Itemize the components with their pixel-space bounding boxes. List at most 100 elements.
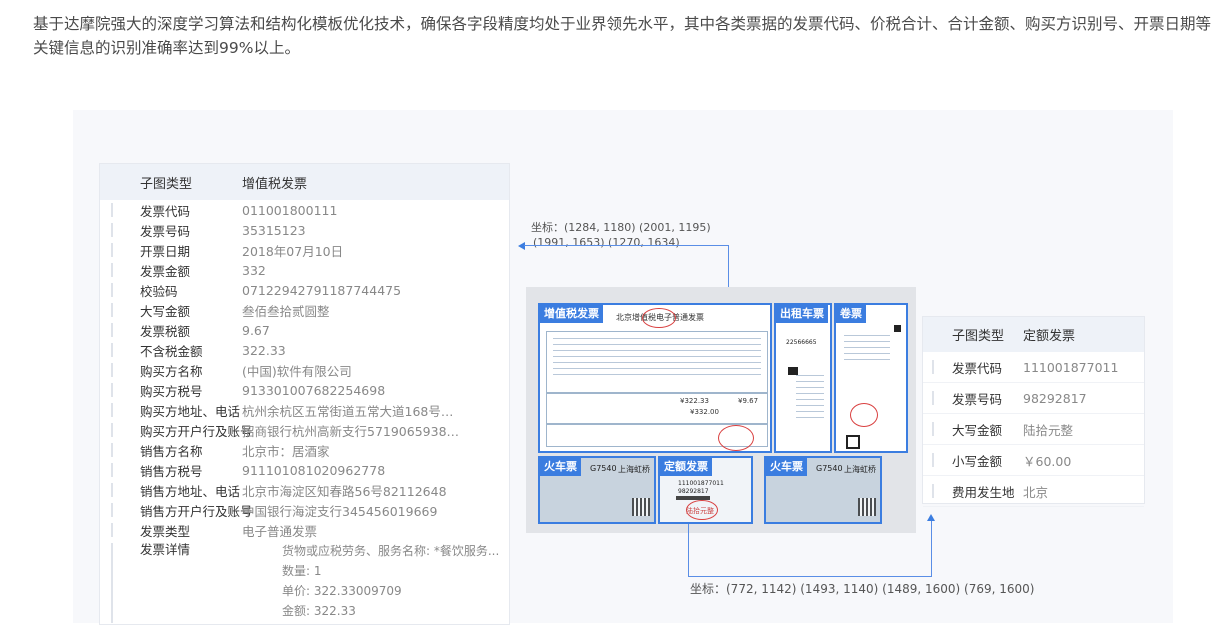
field-key: 大写金额: [140, 303, 191, 319]
field-key: 发票号码: [952, 391, 1003, 407]
quota-code: 111001877011: [678, 480, 724, 487]
field-value: 杭州余杭区五常街道五常大道168号二...: [242, 403, 464, 419]
coordinates-line: (1991, 1653) (1270, 1634): [533, 236, 680, 249]
invoice-tag: 火车票: [766, 458, 807, 476]
station-name: 上海虹桥: [618, 465, 650, 474]
field-value: 9.67: [242, 322, 270, 338]
invoice-grid: [546, 331, 768, 393]
field-value: 011001800111: [242, 202, 338, 218]
seal-icon: [850, 403, 878, 427]
field-key: 发票代码: [952, 360, 1003, 376]
field-value: 北京市海淀区知春路56号82112648: [242, 483, 447, 499]
table-header: 子图类型 增值税发票: [100, 164, 509, 200]
invoice-image[interactable]: 增值税发票 北京增值税电子普通发票 ¥322.33 ¥9.67 ¥332.00 …: [526, 287, 916, 533]
field-value: 111001877011: [1023, 359, 1119, 375]
table-row: 销售方税号 911101081020962778: [100, 460, 509, 480]
header-value: 增值税发票: [242, 176, 308, 192]
invoice-tag: 增值税发票: [540, 305, 603, 323]
table-row: 购买方地址、电话 杭州余杭区五常街道五常大道168号二...: [100, 400, 509, 420]
field-value: 北京: [1023, 484, 1049, 500]
connector-line: [524, 245, 729, 246]
table-header: 子图类型 定额发票: [923, 317, 1144, 352]
header-value: 定额发票: [1023, 329, 1076, 344]
invoice-tag: 定额发票: [660, 458, 712, 476]
detail-key: 发票详情: [140, 542, 191, 557]
table-row: 销售方开户行及账号 中国银行海淀支行345456019669: [100, 500, 509, 520]
table-row: 购买方开户行及账号 招商银行杭州高新支行571906593810...: [100, 420, 509, 440]
amount-label: ¥322.33: [680, 397, 709, 405]
field-key: 购买方地址、电话: [140, 403, 241, 419]
header-key: 子图类型: [140, 176, 193, 192]
field-key: 不含税金额: [140, 343, 203, 359]
detail-line: 单价: 322.33009709: [282, 584, 402, 598]
table-row: 销售方地址、电话 北京市海淀区知春路56号82112648: [100, 480, 509, 500]
table-row: 发票代码 111001877011: [923, 352, 1144, 383]
table-rows: 发票代码 011001800111 发票号码 35315123 开票日期 2018年07月…: [100, 200, 509, 540]
field-value: 332: [242, 262, 266, 278]
qr-code-icon: [846, 435, 860, 449]
quota-result-table: 子图类型 定额发票 发票代码 111001877011 发票号码 98292817 大写…: [922, 316, 1145, 507]
tax-label: ¥9.67: [738, 397, 759, 405]
field-key: 发票税额: [140, 323, 191, 339]
field-key: 小写金额: [952, 453, 1003, 469]
table-rows: 发票代码 111001877011 发票号码 98292817 大写金额 陆拾元整小写金额…: [923, 352, 1144, 507]
detail-line: 金额: 322.33: [282, 604, 356, 618]
field-key: 购买方名称: [140, 363, 203, 379]
table-row: 校验码 07122942791187744475: [100, 280, 509, 300]
table-row: 费用发生地 北京: [923, 476, 1144, 507]
quota-number: 98292817: [678, 488, 709, 495]
invoice-detail-row: 发票详情 货物或应税劳务、服务名称: *餐饮服务... 数量: 1 单价: 322.…: [100, 540, 509, 623]
arrow-up-icon: [927, 514, 935, 521]
qr-code-icon: [858, 498, 876, 516]
qr-code-icon: [632, 498, 650, 516]
field-value: 322.33: [242, 342, 286, 358]
field-value: 913301007682254698: [242, 382, 386, 398]
field-value: 2018年07月10日: [242, 243, 344, 259]
field-key: 发票号码: [140, 223, 191, 239]
field-value: 陆拾元整: [1023, 422, 1074, 438]
invoice-tag: 出租车票: [776, 305, 828, 323]
table-row: 购买方税号 913301007682254698: [100, 380, 509, 400]
field-key: 发票代码: [140, 203, 191, 219]
taxi-receipt-crop[interactable]: 出租车票 22566665: [774, 303, 832, 453]
connector-line: [688, 576, 932, 577]
table-row: 购买方名称 (中国)软件有限公司: [100, 360, 509, 380]
field-value: 招商银行杭州高新支行571906593810...: [242, 423, 464, 439]
invoice-tag: 卷票: [836, 305, 866, 323]
train-ticket-crop[interactable]: 火车票 G7540 上海虹桥: [538, 456, 656, 524]
arrow-left-icon: [518, 242, 525, 250]
connector-line: [688, 524, 689, 577]
field-key: 销售方开户行及账号: [140, 503, 253, 519]
intro-text: 基于达摩院强大的深度学习算法和结构化模板优化技术，确保各字段精度均处于业界领先水…: [33, 15, 1212, 57]
train-number: G7540: [816, 464, 843, 473]
field-key: 大写金额: [952, 422, 1003, 438]
field-key: 销售方税号: [140, 463, 203, 479]
field-value: 35315123: [242, 222, 306, 238]
table-row: 发票代码 011001800111: [100, 200, 509, 220]
invoice-grid: [546, 393, 768, 425]
field-value: 07122942791187744475: [242, 282, 402, 298]
table-row: 销售方名称 北京市：居酒家: [100, 440, 509, 460]
field-value: (中国)软件有限公司: [242, 363, 352, 379]
field-key: 购买方税号: [140, 383, 203, 399]
roll-receipt-crop[interactable]: 卷票: [834, 303, 908, 453]
quota-amount: 陆拾元整: [686, 507, 714, 515]
quota-invoice-crop[interactable]: 定额发票 111001877011 98292817 陆拾元整: [658, 456, 753, 524]
table-row: 开票日期 2018年07月10日: [100, 240, 509, 260]
field-key: 发票金额: [140, 263, 191, 279]
station-name: 上海虹桥: [844, 465, 876, 474]
field-value: 98292817: [1023, 390, 1087, 406]
train-ticket-crop[interactable]: 火车票 G7540 上海虹桥: [764, 456, 882, 524]
table-row: 发票金额 332: [100, 260, 509, 280]
table-row: 大写金额 陆拾元整: [923, 414, 1144, 445]
table-row: 发票号码 98292817: [923, 383, 1144, 414]
vat-invoice-crop[interactable]: 增值税发票 北京增值税电子普通发票 ¥322.33 ¥9.67 ¥332.00: [538, 303, 772, 453]
field-value: 北京市：居酒家: [242, 443, 330, 459]
field-key: 销售方地址、电话: [140, 483, 241, 499]
field-key: 发票类型: [140, 523, 191, 539]
seal-icon: [718, 425, 754, 451]
vat-result-table: 子图类型 增值税发票 发票代码 011001800111 发票号码 35315123 开…: [99, 163, 510, 625]
table-row: 发票类型 电子普通发票: [100, 520, 509, 540]
field-value: 电子普通发票: [242, 523, 318, 539]
field-key: 购买方开户行及账号: [140, 423, 253, 439]
